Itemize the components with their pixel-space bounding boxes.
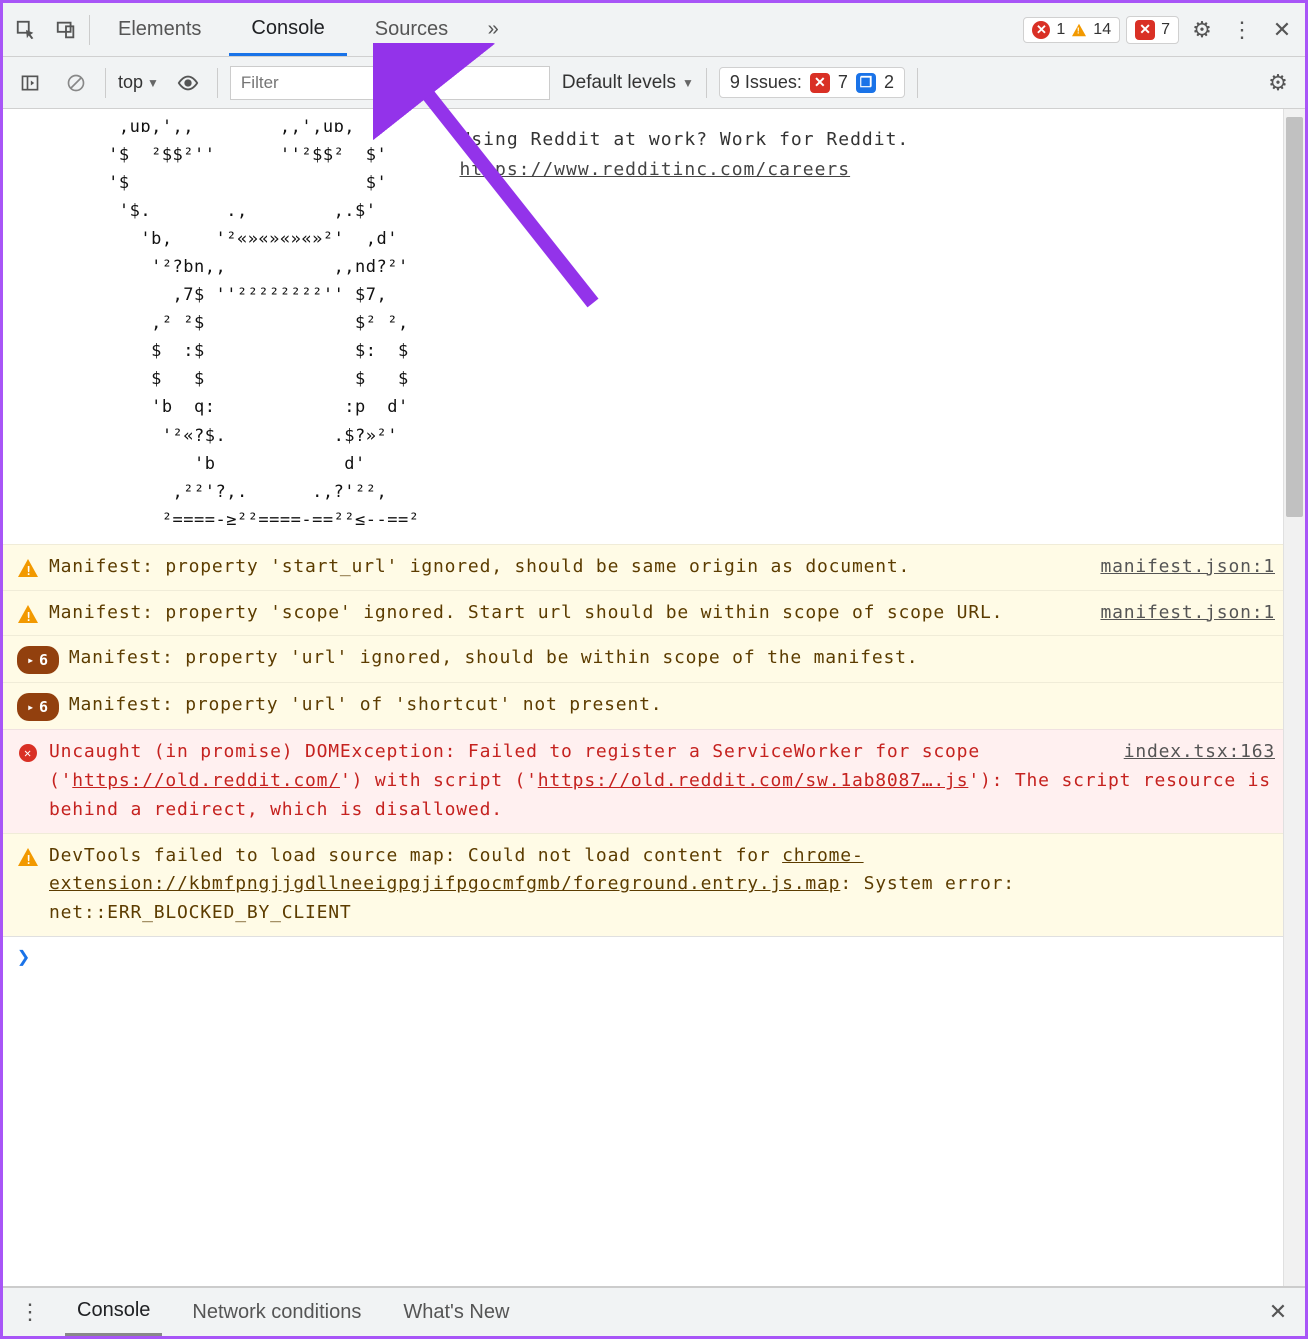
issues-info-icon: ❐ [856,73,876,93]
message-text: manifest.json:1Manifest: property 'scope… [49,599,1275,628]
careers-link[interactable]: https://www.redditinc.com/careers [459,159,850,180]
console-output: ,uɒ,',, ,,',uɒ, '$ ²$$²'' ''²$$² $' '$ $… [3,109,1305,1286]
scrollbar-thumb[interactable] [1286,117,1303,517]
issues-label: 9 Issues: [730,72,802,93]
console-message: ✕ index.tsx:163Uncaught (in promise) DOME… [3,729,1305,832]
messages-count: 7 [1161,21,1170,39]
repeat-count-badge[interactable]: 6 [17,693,59,721]
drawer-tab-whats-new[interactable]: What's New [391,1288,521,1336]
divider [706,68,707,98]
scrollbar[interactable] [1283,109,1305,1286]
toggle-sidebar-icon[interactable] [13,66,47,100]
messages-count-chip[interactable]: ✕ 7 [1126,16,1179,44]
console-message: 6 Manifest: property 'url' ignored, shoul… [3,635,1305,682]
warning-icon [17,846,39,868]
error-warning-counts[interactable]: ✕ 1 14 [1023,17,1120,43]
warning-icon [17,603,39,625]
error-icon: ✕ [17,742,39,764]
repeat-count-badge[interactable]: 6 [17,646,59,674]
issues-error-icon: ✕ [810,73,830,93]
console-prompt[interactable]: ❯ [3,936,1305,978]
console-message: 6 Manifest: property 'url' of 'shortcut' … [3,682,1305,729]
drawer-kebab-icon[interactable]: ⋮ [13,1295,47,1329]
console-message: manifest.json:1Manifest: property 'start… [3,544,1305,590]
live-expression-eye-icon[interactable] [171,66,205,100]
execution-context-selector[interactable]: top ▼ [118,72,159,93]
messages-icon: ✕ [1135,20,1155,40]
inspect-element-icon[interactable] [9,13,43,47]
device-toolbar-icon[interactable] [49,13,83,47]
drawer-tab-console[interactable]: Console [65,1288,162,1336]
devtools-drawer: ⋮ Console Network conditions What's New … [3,1286,1305,1336]
devtools-main-tabs: Elements Console Sources » ✕ 1 14 ✕ 7 ⚙ … [3,3,1305,57]
divider [217,68,218,98]
console-toolbar: top ▼ Default levels ▼ 9 Issues: ✕ 7 ❐ 2… [3,57,1305,109]
close-devtools-icon[interactable]: ✕ [1265,13,1299,47]
drawer-tab-network-conditions[interactable]: Network conditions [180,1288,373,1336]
settings-gear-icon[interactable]: ⚙ [1185,13,1219,47]
message-source-link[interactable]: index.tsx:163 [1124,738,1275,767]
divider [105,68,106,98]
message-text: Manifest: property 'url' of 'shortcut' n… [69,691,1275,720]
console-filter-input[interactable] [230,66,550,100]
error-count: 1 [1056,21,1065,39]
log-level-selector[interactable]: Default levels ▼ [562,72,694,94]
ascii-caption: Using Reddit at work? Work for Reddit. [459,125,1275,155]
level-label: Default levels [562,72,676,94]
console-log-ascii: ,uɒ,',, ,,',uɒ, '$ ²$$²'' ''²$$² $' '$ $… [3,109,1305,544]
message-text: DevTools failed to load source map: Coul… [49,842,1275,928]
tab-elements[interactable]: Elements [96,3,223,56]
message-source-link[interactable]: manifest.json:1 [1100,599,1275,628]
warning-count: 14 [1093,21,1111,39]
ascii-art: ,uɒ,',, ,,',uɒ, '$ ²$$²'' ''²$$² $' '$ $… [33,113,419,534]
message-text: Manifest: property 'url' ignored, should… [69,644,1275,673]
chevron-down-icon: ▼ [682,76,694,90]
console-message: manifest.json:1Manifest: property 'scope… [3,590,1305,636]
console-settings-gear-icon[interactable]: ⚙ [1261,66,1295,100]
clear-console-icon[interactable] [59,66,93,100]
divider [917,68,918,98]
message-source-link[interactable]: manifest.json:1 [1100,553,1275,582]
warning-icon [17,557,39,579]
message-text: manifest.json:1Manifest: property 'start… [49,553,1275,582]
kebab-menu-icon[interactable]: ⋮ [1225,13,1259,47]
issues-chip[interactable]: 9 Issues: ✕ 7 ❐ 2 [719,67,905,98]
chevron-down-icon: ▼ [147,76,159,90]
message-text: index.tsx:163Uncaught (in promise) DOMEx… [49,738,1275,824]
tab-sources[interactable]: Sources [353,3,470,56]
drawer-close-icon[interactable]: ✕ [1261,1295,1295,1329]
warning-icon [1072,23,1086,36]
context-label: top [118,72,143,93]
divider [89,15,90,45]
more-tabs-chevron-icon[interactable]: » [476,13,510,47]
issues-info-count: 2 [884,72,894,93]
tab-console[interactable]: Console [229,3,346,56]
error-icon: ✕ [1032,21,1050,39]
console-message: DevTools failed to load source map: Coul… [3,833,1305,936]
issues-error-count: 7 [838,72,848,93]
